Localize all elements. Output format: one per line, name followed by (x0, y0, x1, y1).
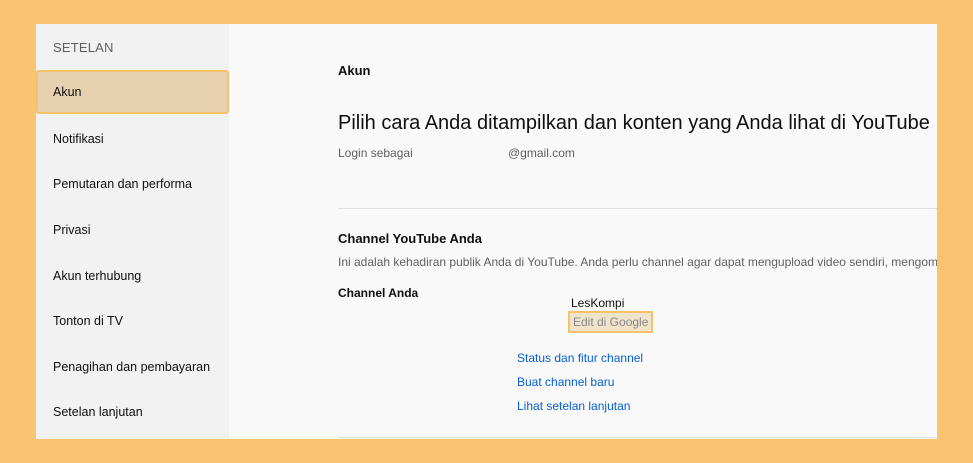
advanced-settings-link[interactable]: Lihat setelan lanjutan (517, 399, 630, 413)
login-email: @gmail.com (508, 146, 575, 160)
sidebar-item-tonton-di-tv[interactable]: Tonton di TV (36, 299, 229, 343)
edit-in-google-link[interactable]: Edit di Google (568, 311, 654, 333)
channel-description: Ini adalah kehadiran publik Anda di YouT… (338, 255, 937, 269)
sidebar-item-akun-terhubung[interactable]: Akun terhubung (36, 254, 229, 298)
channel-label: Channel Anda (338, 286, 419, 300)
sidebar-item-akun[interactable]: Akun (36, 70, 229, 114)
sidebar-item-privasi[interactable]: Privasi (36, 208, 229, 252)
settings-main: Akun Pilih cara Anda ditampilkan dan kon… (338, 24, 937, 439)
sidebar-title: SETELAN (53, 40, 114, 55)
login-label: Login sebagai (338, 146, 413, 160)
channel-name: LesKompi (571, 296, 625, 310)
channel-status-link[interactable]: Status dan fitur channel (517, 351, 643, 365)
section-divider (338, 208, 937, 209)
channel-section-title: Channel YouTube Anda (338, 231, 482, 246)
sidebar-item-penagihan[interactable]: Penagihan dan pembayaran (36, 345, 229, 389)
bottom-divider (338, 437, 937, 438)
settings-sidebar: SETELAN Akun Notifikasi Pemutaran dan pe… (36, 24, 229, 439)
sidebar-item-pemutaran[interactable]: Pemutaran dan performa (36, 162, 229, 206)
page-headline: Pilih cara Anda ditampilkan dan konten y… (338, 112, 930, 134)
settings-window: SETELAN Akun Notifikasi Pemutaran dan pe… (36, 24, 937, 439)
sidebar-item-setelan-lanjutan[interactable]: Setelan lanjutan (36, 390, 229, 434)
section-label: Akun (338, 63, 371, 78)
sidebar-item-notifikasi[interactable]: Notifikasi (36, 117, 229, 161)
create-channel-link[interactable]: Buat channel baru (517, 375, 614, 389)
